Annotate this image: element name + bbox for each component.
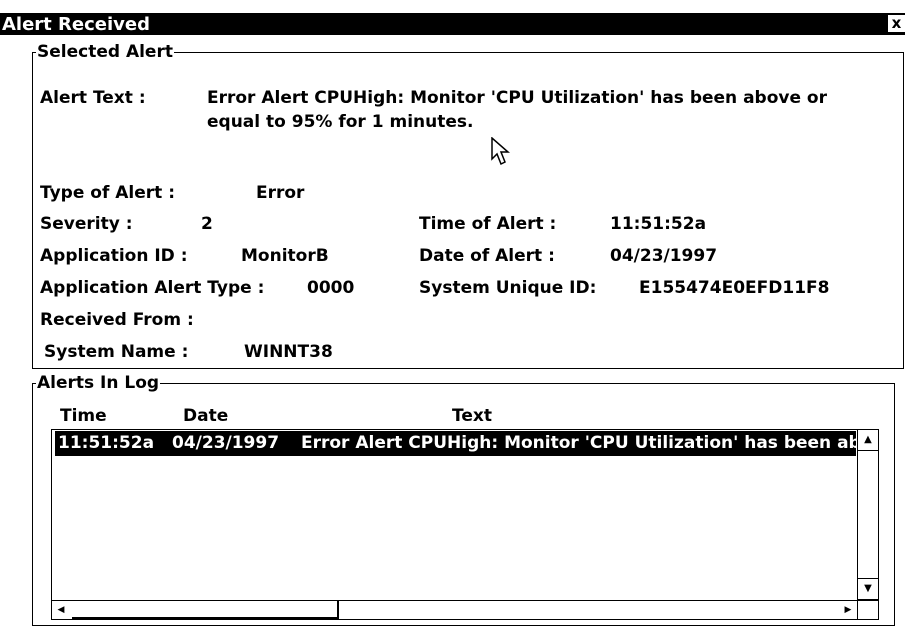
- vertical-scrollbar[interactable]: ▲ ▼: [857, 430, 878, 619]
- selected-alert-group: Selected Alert Alert Text : Error Alert …: [32, 42, 904, 369]
- received-from-label: Received From :: [40, 310, 194, 330]
- column-header-time[interactable]: Time: [60, 406, 107, 426]
- date-of-alert-value: 04/23/1997: [610, 246, 718, 266]
- alert-text-label: Alert Text :: [40, 88, 146, 108]
- selected-alert-legend: Selected Alert: [36, 42, 174, 62]
- system-name-label: System Name :: [44, 342, 189, 362]
- alerts-in-log-legend: Alerts In Log: [36, 373, 161, 393]
- scroll-left-arrow-icon[interactable]: ◀: [52, 601, 70, 619]
- alerts-list[interactable]: 11:51:52a 04/23/1997 Error Alert CPUHigh…: [51, 429, 879, 620]
- severity-value: 2: [201, 214, 213, 234]
- application-id-label: Application ID :: [40, 246, 188, 266]
- list-item[interactable]: 11:51:52a 04/23/1997 Error Alert CPUHigh…: [55, 431, 856, 456]
- column-header-date[interactable]: Date: [183, 406, 228, 426]
- type-of-alert-value: Error: [256, 183, 305, 203]
- system-unique-id-value: E155474E0EFD11F8: [639, 278, 830, 298]
- severity-label: Severity :: [40, 214, 133, 234]
- title-bar[interactable]: Alert Received x: [0, 13, 905, 35]
- type-of-alert-label: Type of Alert :: [40, 183, 176, 203]
- close-icon[interactable]: x: [888, 15, 905, 32]
- row-time: 11:51:52a: [58, 433, 155, 453]
- scroll-right-arrow-icon[interactable]: ▶: [839, 601, 857, 619]
- horizontal-scrollbar[interactable]: ◀ ▶: [52, 600, 878, 619]
- date-of-alert-label: Date of Alert :: [419, 246, 555, 266]
- application-alert-type-label: Application Alert Type :: [40, 278, 265, 298]
- scroll-down-arrow-icon[interactable]: ▼: [858, 578, 878, 600]
- row-text: Error Alert CPUHigh: Monitor 'CPU Utiliz…: [301, 433, 856, 453]
- mouse-pointer-icon: [491, 137, 510, 166]
- system-unique-id-label: System Unique ID:: [419, 278, 597, 298]
- application-alert-type-value: 0000: [307, 278, 355, 298]
- alert-text-line1: Error Alert CPUHigh: Monitor 'CPU Utiliz…: [207, 88, 827, 108]
- time-of-alert-value: 11:51:52a: [610, 214, 707, 234]
- horizontal-scroll-thumb[interactable]: [72, 601, 339, 619]
- application-id-value: MonitorB: [241, 246, 329, 266]
- row-date: 04/23/1997: [172, 433, 280, 453]
- window-title: Alert Received: [2, 14, 150, 35]
- alerts-in-log-group: Alerts In Log Time Date Text 11:51:52a 0…: [32, 373, 895, 626]
- alert-text-line2: equal to 95% for 1 minutes.: [207, 112, 474, 132]
- system-name-value: WINNT38: [244, 342, 333, 362]
- time-of-alert-label: Time of Alert :: [419, 214, 557, 234]
- scroll-up-arrow-icon[interactable]: ▲: [858, 430, 878, 451]
- column-header-text[interactable]: Text: [452, 406, 492, 426]
